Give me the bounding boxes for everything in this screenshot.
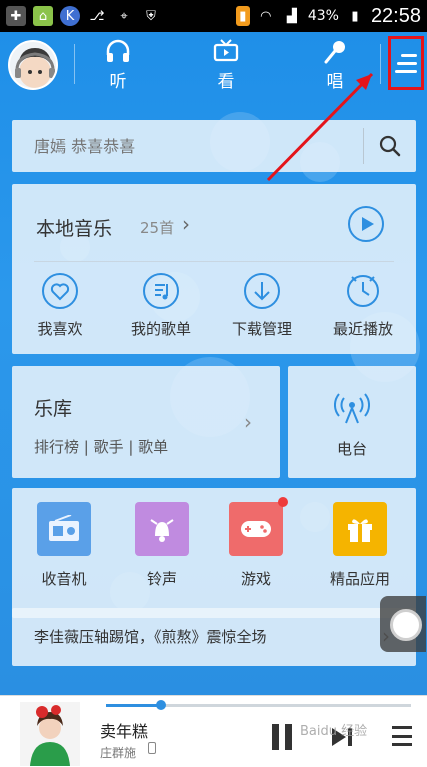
nav-divider xyxy=(74,44,75,84)
search-icon xyxy=(379,135,401,157)
tab-label: 唱 xyxy=(326,71,344,92)
library-card[interactable]: 乐库 排行榜 | 歌手 | 歌单 › xyxy=(12,366,280,478)
quick-playlists[interactable]: 我的歌单 xyxy=(113,272,209,344)
search-bar xyxy=(12,120,416,172)
bell-icon xyxy=(135,502,189,556)
progress-fill xyxy=(106,704,161,707)
pause-icon xyxy=(272,724,279,750)
quick-label: 我的歌单 xyxy=(130,320,191,338)
song-title: 卖年糕 xyxy=(100,722,149,741)
battery-percent: 43% xyxy=(307,8,339,24)
quick-label: 我喜欢 xyxy=(37,320,83,338)
album-art[interactable] xyxy=(20,702,80,766)
app-label: 精品应用 xyxy=(329,570,390,588)
divider xyxy=(34,261,394,262)
app-ringtones[interactable]: 铃声 xyxy=(122,502,202,589)
library-title: 乐库 xyxy=(34,398,73,420)
wifi-icon: ◠ xyxy=(260,8,272,24)
sim-card-icon: ▮ xyxy=(235,6,250,26)
radio-card[interactable]: 电台 xyxy=(288,366,416,478)
headphones-icon xyxy=(105,39,131,67)
gps-icon: ⌖ xyxy=(120,8,128,24)
artist-name: 庄群施 xyxy=(100,746,137,760)
progress-knob[interactable] xyxy=(155,700,166,710)
heart-cloud-icon xyxy=(42,273,78,309)
home-icon: ⌂ xyxy=(33,6,53,26)
quick-downloads[interactable]: 下载管理 xyxy=(214,272,310,344)
clock-time: 22:58 xyxy=(370,4,421,27)
playlist-icon xyxy=(143,273,179,309)
phone-icon xyxy=(148,742,156,754)
battery-icon: ▮ xyxy=(351,8,359,24)
chevron-right-icon: › xyxy=(244,410,252,434)
apps-card: 收音机 铃声 游戏 精品应用 xyxy=(12,488,416,618)
app-games[interactable]: 游戏 xyxy=(216,497,296,589)
list-icon xyxy=(392,726,412,729)
status-bar: ✚ ⌂ K ⎇ ⌖ ⛨ ▮ ◠ ▟ 43% ▮ 22:58 xyxy=(0,0,427,32)
app-label: 游戏 xyxy=(240,570,271,588)
radio-icon xyxy=(37,502,91,556)
nav-divider xyxy=(380,44,381,84)
tab-label: 看 xyxy=(217,71,235,92)
shield-icon: ⛨ xyxy=(146,8,156,24)
app-featured[interactable]: 精品应用 xyxy=(320,502,400,589)
play-all-button[interactable] xyxy=(348,206,384,242)
local-music-count: 25首 xyxy=(140,219,175,237)
clock-icon xyxy=(347,275,379,307)
gamepad-icon xyxy=(229,497,288,556)
tv-icon xyxy=(213,38,239,67)
usb-icon: ⎇ xyxy=(89,8,105,24)
top-nav: 听 看 唱 xyxy=(0,32,427,96)
music-app: 听 看 唱 本地音乐 25首 › xyxy=(0,32,427,695)
search-button[interactable] xyxy=(364,120,416,172)
radio-signal-icon xyxy=(334,393,370,424)
floating-assistive-ball[interactable] xyxy=(380,596,426,652)
tab-watch[interactable]: 看 xyxy=(196,38,256,92)
quick-favorites[interactable]: 我喜欢 xyxy=(12,272,108,344)
tab-sing[interactable]: 唱 xyxy=(305,38,365,92)
search-input[interactable] xyxy=(12,136,363,156)
progress-bar[interactable] xyxy=(106,700,411,710)
pause-button[interactable] xyxy=(272,724,292,750)
tab-label: 听 xyxy=(109,71,127,92)
radio-label: 电台 xyxy=(336,440,367,458)
library-subtitle: 排行榜 | 歌手 | 歌单 xyxy=(34,438,169,456)
microphone-icon xyxy=(322,39,348,67)
quick-label: 下载管理 xyxy=(231,320,292,338)
signal-icon: ▟ xyxy=(286,8,297,24)
app-fm-radio[interactable]: 收音机 xyxy=(24,502,104,589)
plus-icon: ✚ xyxy=(6,6,26,26)
news-text: 李佳薇压轴踢馆，《煎熬》震惊全场 xyxy=(34,628,267,646)
download-icon xyxy=(244,273,280,309)
menu-icon xyxy=(401,53,417,57)
avatar[interactable] xyxy=(8,40,58,90)
gift-icon xyxy=(333,502,387,556)
tab-listen[interactable]: 听 xyxy=(88,38,148,92)
quick-recent[interactable]: 最近播放 xyxy=(315,272,411,344)
k-app-icon: K xyxy=(60,6,80,26)
app-label: 收音机 xyxy=(41,570,87,588)
chevron-right-icon: › xyxy=(182,212,190,236)
app-label: 铃声 xyxy=(146,570,177,588)
local-music-card[interactable]: 本地音乐 25首 › 我喜欢 我的歌单 下载管理 最近播放 xyxy=(12,184,416,354)
news-banner[interactable]: 李佳薇压轴踢馆，《煎熬》震惊全场 › xyxy=(12,608,416,666)
quick-label: 最近播放 xyxy=(332,320,393,338)
watermark: Baidu 经验 xyxy=(300,724,368,739)
local-music-title: 本地音乐 xyxy=(36,218,113,240)
playlist-button[interactable] xyxy=(392,726,412,746)
menu-button[interactable] xyxy=(388,36,424,90)
notification-dot xyxy=(278,497,288,507)
